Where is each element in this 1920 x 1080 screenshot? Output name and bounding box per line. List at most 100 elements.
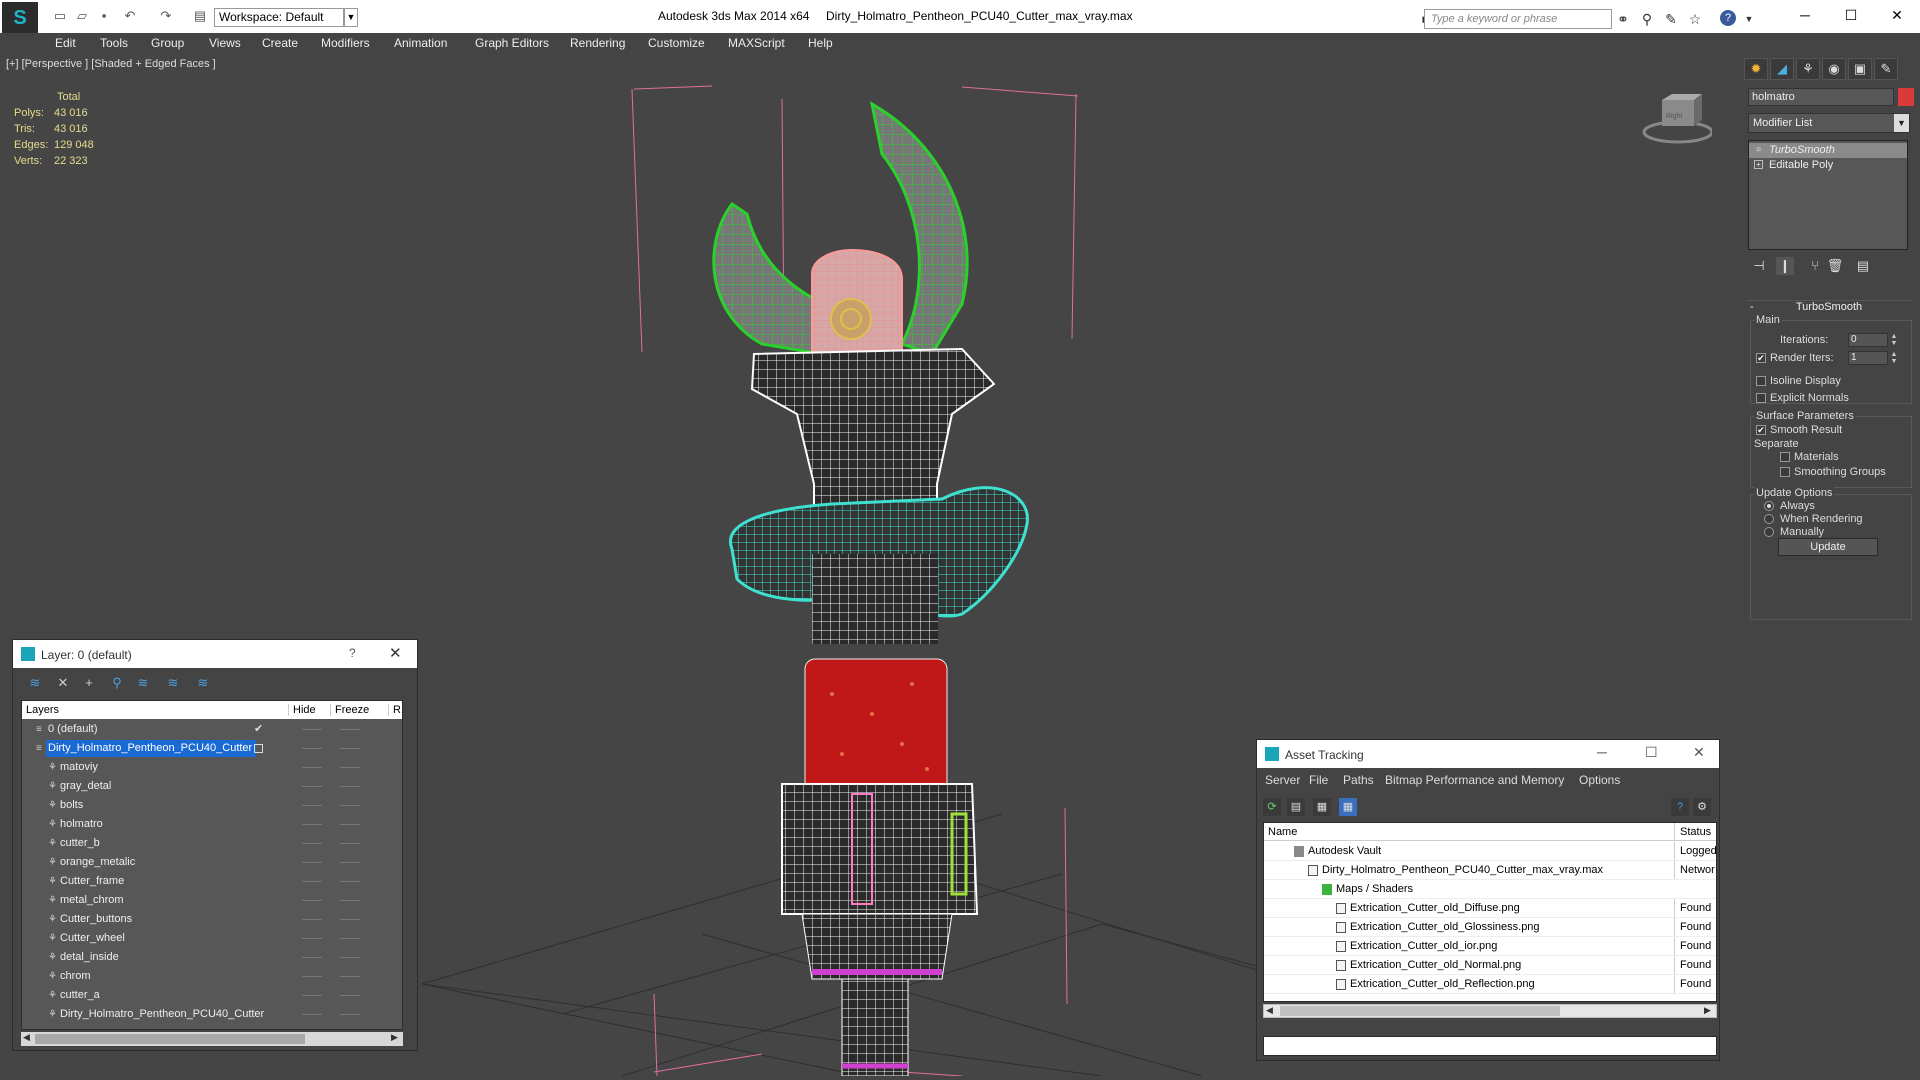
- asset-row[interactable]: Maps / Shaders: [1264, 880, 1716, 899]
- modify-tab-icon[interactable]: ◢: [1770, 58, 1794, 80]
- layer-name[interactable]: cutter_a: [58, 987, 104, 1004]
- viewcube[interactable]: Right: [1642, 90, 1714, 150]
- undo-icon[interactable]: ↶: [122, 8, 138, 24]
- col-freeze[interactable]: Freeze: [330, 704, 369, 716]
- viewport-label[interactable]: [+] [Perspective ] [Shaded + Edged Faces…: [6, 58, 216, 70]
- create-tab-icon[interactable]: ✹: [1744, 58, 1768, 80]
- layer-row[interactable]: ⚘ Cutter_wheel —— ——: [22, 929, 402, 948]
- col-name[interactable]: Name: [1268, 826, 1297, 838]
- open-file-icon[interactable]: ▱: [74, 8, 90, 24]
- asset-row[interactable]: Autodesk Vault Logged: [1264, 842, 1716, 861]
- lightbulb-icon[interactable]: ☼: [1754, 145, 1763, 154]
- hide-toggle-icon[interactable]: ——: [302, 758, 322, 777]
- freeze-toggle-icon[interactable]: ——: [340, 815, 360, 834]
- layer-row[interactable]: ⚘ orange_metalic —— ——: [22, 853, 402, 872]
- menu-customize[interactable]: Customize: [648, 36, 705, 50]
- layer-name[interactable]: gray_detal: [58, 778, 115, 795]
- layer-name[interactable]: 0 (default): [46, 721, 102, 738]
- materials-checkbox[interactable]: [1780, 452, 1790, 462]
- update-button[interactable]: Update: [1778, 538, 1878, 556]
- layer-row[interactable]: ⚘ gray_detal —— ——: [22, 777, 402, 796]
- col-layers[interactable]: Layers: [26, 704, 59, 716]
- hide-toggle-icon[interactable]: ——: [302, 1005, 322, 1024]
- binoculars-icon[interactable]: ⚭: [1614, 10, 1632, 28]
- layer-row[interactable]: ⚘ metal_chrom —— ——: [22, 891, 402, 910]
- delete-layer-icon[interactable]: ✕: [53, 674, 73, 692]
- remove-modifier-icon[interactable]: 🗑: [1826, 257, 1844, 275]
- close-icon[interactable]: ✕: [389, 644, 402, 662]
- layer-row[interactable]: ⚘ detal_inside —— ——: [22, 948, 402, 967]
- freeze-toggle-icon[interactable]: ——: [340, 929, 360, 948]
- layer-name[interactable]: cutter_b: [58, 835, 104, 852]
- modifier-list-dropdown[interactable]: Modifier List: [1748, 113, 1910, 133]
- layer-row[interactable]: ⚘ matoviy —— ——: [22, 758, 402, 777]
- hide-toggle-icon[interactable]: ——: [302, 891, 322, 910]
- project-folder-icon[interactable]: ▤: [192, 8, 208, 24]
- minimize-button[interactable]: ─: [1790, 4, 1820, 26]
- asset-menu-options[interactable]: Options: [1579, 773, 1620, 787]
- layer-row[interactable]: ⚘ Cutter_frame —— ——: [22, 872, 402, 891]
- asset-row[interactable]: Dirty_Holmatro_Pentheon_PCU40_Cutter_max…: [1264, 861, 1716, 880]
- freeze-toggle-icon[interactable]: ——: [340, 739, 360, 758]
- hide-toggle-icon[interactable]: ——: [302, 929, 322, 948]
- hide-toggle-icon[interactable]: ——: [302, 834, 322, 853]
- layer-name[interactable]: orange_metalic: [58, 854, 139, 871]
- display-tab-icon[interactable]: ▣: [1848, 58, 1872, 80]
- when-rendering-radio[interactable]: [1764, 514, 1774, 524]
- freeze-toggle-icon[interactable]: ——: [340, 872, 360, 891]
- app-menu-button[interactable]: S: [2, 2, 38, 34]
- stack-item-editable-poly[interactable]: + Editable Poly: [1749, 158, 1907, 173]
- iterations-spinner[interactable]: 0: [1848, 333, 1888, 347]
- layer-panel-titlebar[interactable]: Layer: 0 (default) ? ✕: [13, 640, 417, 668]
- chevron-down-icon[interactable]: ▼: [344, 8, 358, 27]
- freeze-all-icon[interactable]: ≋: [193, 674, 213, 692]
- hide-toggle-icon[interactable]: ——: [302, 796, 322, 815]
- layer-name[interactable]: metal_chrom: [58, 892, 128, 909]
- scroll-right-icon[interactable]: ▶: [1704, 1005, 1711, 1016]
- menu-modifiers[interactable]: Modifiers: [321, 36, 370, 50]
- grid-view-icon[interactable]: ▦: [1339, 798, 1357, 816]
- search-input[interactable]: Type a keyword or phrase: [1424, 9, 1612, 29]
- layer-box-icon[interactable]: [254, 744, 263, 753]
- scroll-right-icon[interactable]: ▶: [391, 1032, 398, 1043]
- freeze-toggle-icon[interactable]: ——: [340, 986, 360, 1005]
- col-hide[interactable]: Hide: [288, 704, 316, 716]
- workspace-dropdown[interactable]: Workspace: Default: [214, 8, 344, 27]
- render-iters-checkbox[interactable]: ✔: [1756, 353, 1766, 363]
- menu-graph-editors[interactable]: Graph Editors: [475, 36, 549, 50]
- layer-name[interactable]: Cutter_frame: [58, 873, 128, 890]
- asset-panel-titlebar[interactable]: Asset Tracking ─ ☐ ✕: [1257, 740, 1719, 768]
- object-name-field[interactable]: holmatro: [1748, 88, 1894, 106]
- maximize-button[interactable]: ☐: [1645, 744, 1658, 761]
- chevron-down-icon[interactable]: ▼: [1894, 114, 1909, 132]
- layer-name[interactable]: holmatro: [58, 816, 107, 833]
- layer-name[interactable]: Dirty_Holmatro_Pentheon_PCU40_Cutter: [58, 1006, 268, 1023]
- layer-name[interactable]: detal_inside: [58, 949, 123, 966]
- help-icon[interactable]: ?: [349, 646, 356, 660]
- asset-row[interactable]: Extrication_Cutter_old_ior.png Found: [1264, 937, 1716, 956]
- highlight-layer-icon[interactable]: ≋: [133, 674, 153, 692]
- new-file-icon[interactable]: ▭: [52, 8, 68, 24]
- create-layer-icon[interactable]: ≋: [25, 674, 45, 692]
- save-file-icon[interactable]: ▪: [96, 8, 112, 24]
- freeze-toggle-icon[interactable]: ——: [340, 834, 360, 853]
- help-icon[interactable]: ?: [1671, 798, 1689, 816]
- asset-menu-server[interactable]: Server: [1265, 773, 1300, 787]
- freeze-toggle-icon[interactable]: ——: [340, 910, 360, 929]
- freeze-toggle-icon[interactable]: ——: [340, 777, 360, 796]
- layer-row[interactable]: ⚘ Dirty_Holmatro_Pentheon_PCU40_Cutter —— —…: [22, 1005, 402, 1024]
- list-view-icon[interactable]: ▤: [1287, 798, 1305, 816]
- current-layer-check-icon[interactable]: ✔: [254, 720, 263, 739]
- configure-sets-icon[interactable]: ▤: [1854, 257, 1872, 275]
- layer-row[interactable]: ≡ Dirty_Holmatro_Pentheon_PCU40_Cutter —— —…: [22, 739, 402, 758]
- help-icon[interactable]: ?: [1720, 10, 1736, 26]
- freeze-toggle-icon[interactable]: ——: [340, 1005, 360, 1024]
- show-end-result-icon[interactable]: ❙: [1776, 257, 1794, 275]
- freeze-toggle-icon[interactable]: ——: [340, 720, 360, 739]
- hide-toggle-icon[interactable]: ——: [302, 815, 322, 834]
- smoothing-groups-checkbox[interactable]: [1780, 467, 1790, 477]
- make-unique-icon[interactable]: ⑂: [1806, 257, 1824, 275]
- layer-name[interactable]: matoviy: [58, 759, 102, 776]
- freeze-toggle-icon[interactable]: ——: [340, 891, 360, 910]
- pin-stack-icon[interactable]: ⊣: [1750, 257, 1768, 275]
